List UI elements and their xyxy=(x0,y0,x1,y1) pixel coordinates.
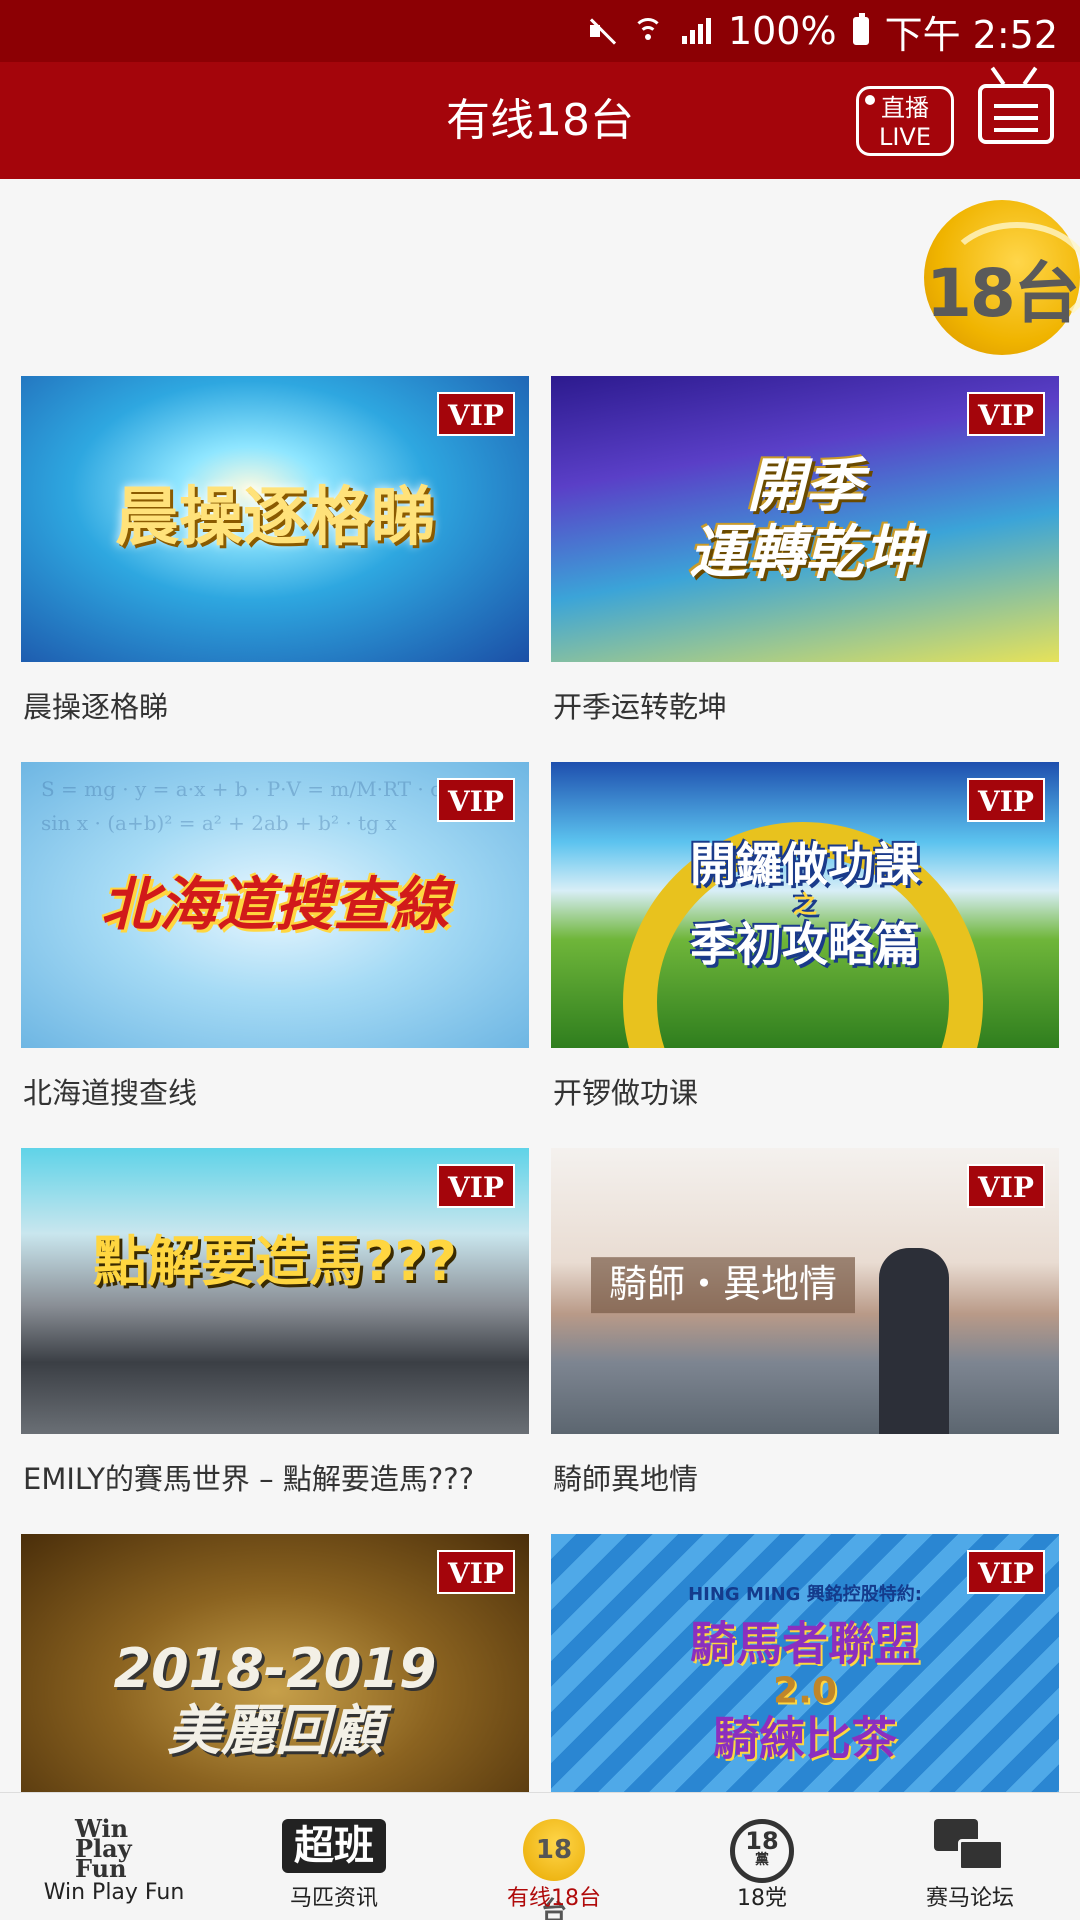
thumbnail-title-art: 騎馬者聯盟 2.0 騎練比茶 xyxy=(690,1616,920,1765)
nav-item-win-play-fun[interactable]: Win Play Fun Win Play Fun xyxy=(6,1793,222,1920)
jockey-figure xyxy=(879,1248,949,1434)
video-caption[interactable]: 北海道搜查线 xyxy=(23,1070,197,1112)
live-label-en: LIVE xyxy=(878,123,932,151)
battery-percent: 100% xyxy=(727,9,837,53)
vip-badge: VIP xyxy=(967,778,1045,822)
video-thumbnail[interactable]: S = mg · y = a·x + b · P·V = m/M·RT · co… xyxy=(21,762,529,1048)
app-header: 有线18台 直播 LIVE xyxy=(0,62,1080,179)
status-bar: 100% 下午 2:52 xyxy=(0,0,1080,62)
vip-badge: VIP xyxy=(437,1550,515,1594)
thumbnail-title-art: 開鑼做功課 之 季初攻略篇 xyxy=(690,837,920,972)
channel-logo-text: 18台 xyxy=(926,255,1080,332)
vip-badge: VIP xyxy=(437,392,515,436)
wifi-icon xyxy=(632,16,664,46)
video-card[interactable]: 2018-2019 美麗回顧 VIP xyxy=(21,1534,529,1820)
tv-icon xyxy=(978,84,1054,144)
vip-badge: VIP xyxy=(967,1550,1045,1594)
clock: 下午 2:52 xyxy=(884,12,1058,57)
channel-18-logo: 18台 xyxy=(924,200,1080,355)
video-thumbnail[interactable]: 騎師・異地情 VIP xyxy=(551,1148,1059,1434)
live-button[interactable]: 直播 LIVE xyxy=(856,86,954,156)
video-thumbnail[interactable]: 2018-2019 美麗回顧 VIP xyxy=(21,1534,529,1820)
nav-label: Win Play Fun xyxy=(43,1880,185,1905)
video-caption[interactable]: 开季运转乾坤 xyxy=(553,684,727,726)
battery-icon xyxy=(852,13,869,45)
win-play-fun-icon: Win Play Fun xyxy=(75,1814,132,1883)
thumbnail-title-art: 北海道搜查線 xyxy=(100,870,449,939)
video-caption[interactable]: EMILY的賽馬世界 – 點解要造馬??? xyxy=(23,1456,474,1498)
video-thumbnail[interactable]: HING MING 興銘控股特約: 騎馬者聯盟 2.0 騎練比茶 VIP xyxy=(551,1534,1059,1820)
bottom-navigation: Win Play Fun Win Play Fun 超班 马匹资讯 18台 有线… xyxy=(0,1792,1080,1920)
video-thumbnail[interactable]: 點解要造馬??? VIP xyxy=(21,1148,529,1434)
forum-icon xyxy=(934,1819,1006,1875)
video-card[interactable]: 騎師・異地情 VIP 騎師異地情 xyxy=(551,1148,1059,1496)
nav-label: 马匹资讯 xyxy=(289,1886,378,1911)
vip-badge: VIP xyxy=(437,1164,515,1208)
chaoban-icon: 超班 xyxy=(282,1819,386,1873)
nav-item-channel-18[interactable]: 18台 有线18台 xyxy=(446,1793,662,1920)
mute-icon xyxy=(586,16,616,46)
thumbnail-title-art: 晨操逐格睇 xyxy=(115,481,435,556)
vip-badge: VIP xyxy=(437,778,515,822)
video-caption[interactable]: 开锣做功课 xyxy=(553,1070,698,1112)
video-card[interactable]: 晨操逐格睇 VIP 晨操逐格睇 xyxy=(21,376,529,724)
nav-item-horse-info[interactable]: 超班 马匹资讯 xyxy=(226,1793,442,1920)
party-18-icon: 18 黨 xyxy=(730,1819,794,1883)
nav-label: 有线18台 xyxy=(507,1886,601,1911)
vip-badge: VIP xyxy=(967,1164,1045,1208)
video-caption[interactable]: 晨操逐格睇 xyxy=(23,684,168,726)
nav-item-party-18[interactable]: 18 黨 18党 xyxy=(654,1793,870,1920)
video-card[interactable]: 點解要造馬??? VIP EMILY的賽馬世界 – 點解要造馬??? xyxy=(21,1148,529,1496)
vip-badge: VIP xyxy=(967,392,1045,436)
video-card[interactable]: 開鑼做功課 之 季初攻略篇 VIP 开锣做功课 xyxy=(551,762,1059,1110)
video-thumbnail[interactable]: 開鑼做功課 之 季初攻略篇 VIP xyxy=(551,762,1059,1048)
video-thumbnail[interactable]: 晨操逐格睇 VIP xyxy=(21,376,529,662)
signal-icon xyxy=(680,16,712,46)
nav-label: 18党 xyxy=(737,1886,787,1911)
nav-item-forum[interactable]: 赛马论坛 xyxy=(862,1793,1078,1920)
thumbnail-title-art: 點解要造馬??? xyxy=(93,1230,457,1294)
video-card[interactable]: HING MING 興銘控股特約: 騎馬者聯盟 2.0 騎練比茶 VIP xyxy=(551,1534,1059,1820)
thumbnail-title-art: 騎師・異地情 xyxy=(591,1257,856,1314)
channel-18-icon: 18台 xyxy=(523,1819,585,1920)
nav-label: 赛马论坛 xyxy=(925,1886,1014,1911)
video-caption[interactable]: 騎師異地情 xyxy=(553,1456,698,1498)
thumbnail-title-art: 2018-2019 美麗回顧 xyxy=(113,1636,437,1762)
video-card[interactable]: S = mg · y = a·x + b · P·V = m/M·RT · co… xyxy=(21,762,529,1110)
video-thumbnail[interactable]: 開季 運轉乾坤 VIP xyxy=(551,376,1059,662)
live-dot-icon xyxy=(865,95,875,105)
thumbnail-title-art: 開季 運轉乾坤 xyxy=(688,451,921,586)
video-card[interactable]: 開季 運轉乾坤 VIP 开季运转乾坤 xyxy=(551,376,1059,724)
